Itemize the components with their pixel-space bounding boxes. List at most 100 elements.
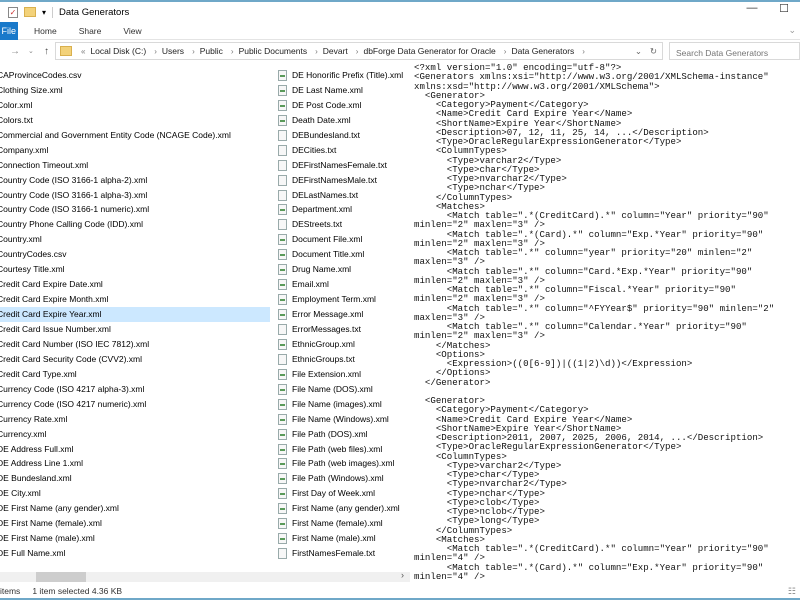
file-item[interactable]: Country Code (ISO 3166-1 alpha-3).xml [0, 188, 270, 203]
file-item[interactable]: Department.xml [278, 202, 403, 217]
breadcrumb-separator-icon[interactable]: › [154, 47, 157, 56]
file-item[interactable]: Courtesy Title.xml [0, 262, 270, 277]
file-item[interactable]: Currency.xml [0, 427, 270, 442]
breadcrumb-separator-icon[interactable]: › [192, 47, 195, 56]
breadcrumb-item[interactable]: dbForge Data Generator for Oracle [363, 46, 495, 56]
file-item[interactable]: First Name (any gender).xml [278, 501, 403, 516]
file-item[interactable]: First Name (male).xml [278, 531, 403, 546]
file-item[interactable]: ErrorMessages.txt [278, 322, 403, 337]
file-item[interactable]: Colors.txt [0, 113, 270, 128]
properties-icon[interactable]: ✓ [8, 6, 18, 18]
file-item[interactable]: Clothing Size.xml [0, 83, 270, 98]
tab-home[interactable]: Home [28, 26, 63, 36]
tab-view[interactable]: View [117, 26, 147, 36]
recent-locations-icon[interactable]: ⌄ [28, 47, 42, 55]
file-item[interactable]: Company.xml [0, 143, 270, 158]
file-item[interactable]: DELastNames.txt [278, 188, 403, 203]
file-item[interactable]: Credit Card Expire Year.xml [0, 307, 270, 323]
file-item[interactable]: File Name (images).xml [278, 397, 403, 412]
breadcrumb-separator-icon[interactable]: › [315, 47, 318, 56]
scroll-right-icon[interactable]: › [401, 570, 404, 580]
breadcrumb-separator-icon[interactable]: › [356, 47, 359, 56]
file-item[interactable]: Country Code (ISO 3166-1 numeric).xml [0, 202, 270, 217]
breadcrumb-separator-icon[interactable]: › [582, 47, 585, 56]
file-item[interactable]: DEFirstNamesFemale.txt [278, 158, 403, 173]
file-item[interactable]: Credit Card Type.xml [0, 367, 270, 382]
file-item[interactable]: Death Date.xml [278, 113, 403, 128]
file-item[interactable]: DE First Name (female).xml [0, 516, 270, 531]
file-item[interactable]: DEFirstNamesMale.txt [278, 173, 403, 188]
file-item[interactable]: FirstNamesFemale.txt [278, 546, 403, 561]
file-item[interactable]: DECities.txt [278, 143, 403, 158]
file-item[interactable]: Country Phone Calling Code (IDD).xml [0, 217, 270, 232]
breadcrumb-item[interactable]: Devart [323, 46, 348, 56]
minimize-button[interactable]: — [736, 2, 768, 15]
file-item[interactable]: Email.xml [278, 277, 403, 292]
file-item[interactable]: First Name (female).xml [278, 516, 403, 531]
file-item[interactable]: Credit Card Expire Date.xml [0, 277, 270, 292]
file-item[interactable]: File Name (DOS).xml [278, 382, 403, 397]
file-item[interactable]: Credit Card Issue Number.xml [0, 322, 270, 337]
file-item[interactable]: Credit Card Expire Month.xml [0, 292, 270, 307]
file-item[interactable]: Currency Code (ISO 4217 alpha-3).xml [0, 382, 270, 397]
file-item[interactable]: DE Post Code.xml [278, 98, 403, 113]
file-item[interactable]: DEBundesland.txt [278, 128, 403, 143]
refresh-icon[interactable]: ↻ [650, 46, 657, 57]
file-item[interactable]: EthnicGroup.xml [278, 337, 403, 352]
expand-ribbon-icon[interactable]: ⌄ [788, 25, 796, 36]
search-input[interactable] [669, 42, 800, 60]
customize-dropdown-icon[interactable]: ▾ [42, 8, 46, 17]
breadcrumb-separator-icon[interactable]: › [231, 47, 234, 56]
file-item[interactable]: DE Bundesland.xml [0, 471, 270, 486]
file-item[interactable]: Credit Card Security Code (CVV2).xml [0, 352, 270, 367]
file-item[interactable]: Document Title.xml [278, 247, 403, 262]
breadcrumb-item[interactable]: Public [200, 46, 223, 56]
maximize-button[interactable]: ☐ [768, 2, 800, 15]
file-item[interactable]: Currency Code (ISO 4217 numeric).xml [0, 397, 270, 412]
file-item[interactable]: DEStreets.txt [278, 217, 403, 232]
address-bar[interactable]: « Local Disk (C:) › Users › Public › Public Do… [55, 42, 663, 60]
breadcrumb-item[interactable]: Data Generators [511, 46, 574, 56]
file-item[interactable]: File Path (Windows).xml [278, 471, 403, 486]
overflow-crumb[interactable]: « [81, 47, 85, 56]
file-item[interactable]: Commercial and Government Entity Code (N… [0, 128, 270, 143]
file-item[interactable]: Country Code (ISO 3166-1 alpha-2).xml [0, 173, 270, 188]
file-item[interactable]: File Path (web files).xml [278, 442, 403, 457]
breadcrumb-item[interactable]: Local Disk (C:) [90, 46, 146, 56]
file-item[interactable]: Currency Rate.xml [0, 412, 270, 427]
file-item[interactable]: File Path (DOS).xml [278, 427, 403, 442]
file-item[interactable]: Country.xml [0, 232, 270, 247]
file-item[interactable]: DE First Name (any gender).xml [0, 501, 270, 516]
file-item[interactable]: CAProvinceCodes.csv [0, 68, 270, 83]
file-item[interactable]: CountryCodes.csv [0, 247, 270, 262]
file-item[interactable]: Error Message.xml [278, 307, 403, 322]
file-item[interactable]: Credit Card Number (ISO IEC 7812).xml [0, 337, 270, 352]
breadcrumb-item[interactable]: Users [162, 46, 184, 56]
forward-button[interactable]: → [10, 46, 24, 57]
details-view-icon[interactable]: ☷ [788, 586, 796, 597]
file-item[interactable]: DE Full Name.xml [0, 546, 270, 561]
file-item[interactable]: DE Address Full.xml [0, 442, 270, 457]
file-item[interactable]: Document File.xml [278, 232, 403, 247]
file-item[interactable]: DE Last Name.xml [278, 83, 403, 98]
file-item[interactable]: File Path (web images).xml [278, 456, 403, 471]
file-item[interactable]: Employment Term.xml [278, 292, 403, 307]
address-dropdown-icon[interactable]: ⌄ [635, 46, 642, 57]
file-item[interactable]: Drug Name.xml [278, 262, 403, 277]
file-item[interactable]: First Day of Week.xml [278, 486, 403, 501]
tab-file[interactable]: File [0, 21, 18, 40]
file-item[interactable]: Connection Timeout.xml [0, 158, 270, 173]
file-item[interactable]: Color.xml [0, 98, 270, 113]
file-item[interactable]: DE Address Line 1.xml [0, 456, 270, 471]
file-item[interactable]: DE Honorific Prefix (Title).xml [278, 68, 403, 83]
breadcrumb-item[interactable]: Public Documents [239, 46, 308, 56]
new-folder-icon[interactable] [24, 7, 36, 17]
breadcrumb-separator-icon[interactable]: › [504, 47, 507, 56]
tab-share[interactable]: Share [73, 26, 108, 36]
file-item[interactable]: File Extension.xml [278, 367, 403, 382]
horizontal-scrollbar[interactable]: › [0, 570, 410, 582]
scrollbar-thumb[interactable] [36, 572, 86, 582]
file-item[interactable]: EthnicGroups.txt [278, 352, 403, 367]
file-item[interactable]: File Name (Windows).xml [278, 412, 403, 427]
file-item[interactable]: DE City.xml [0, 486, 270, 501]
